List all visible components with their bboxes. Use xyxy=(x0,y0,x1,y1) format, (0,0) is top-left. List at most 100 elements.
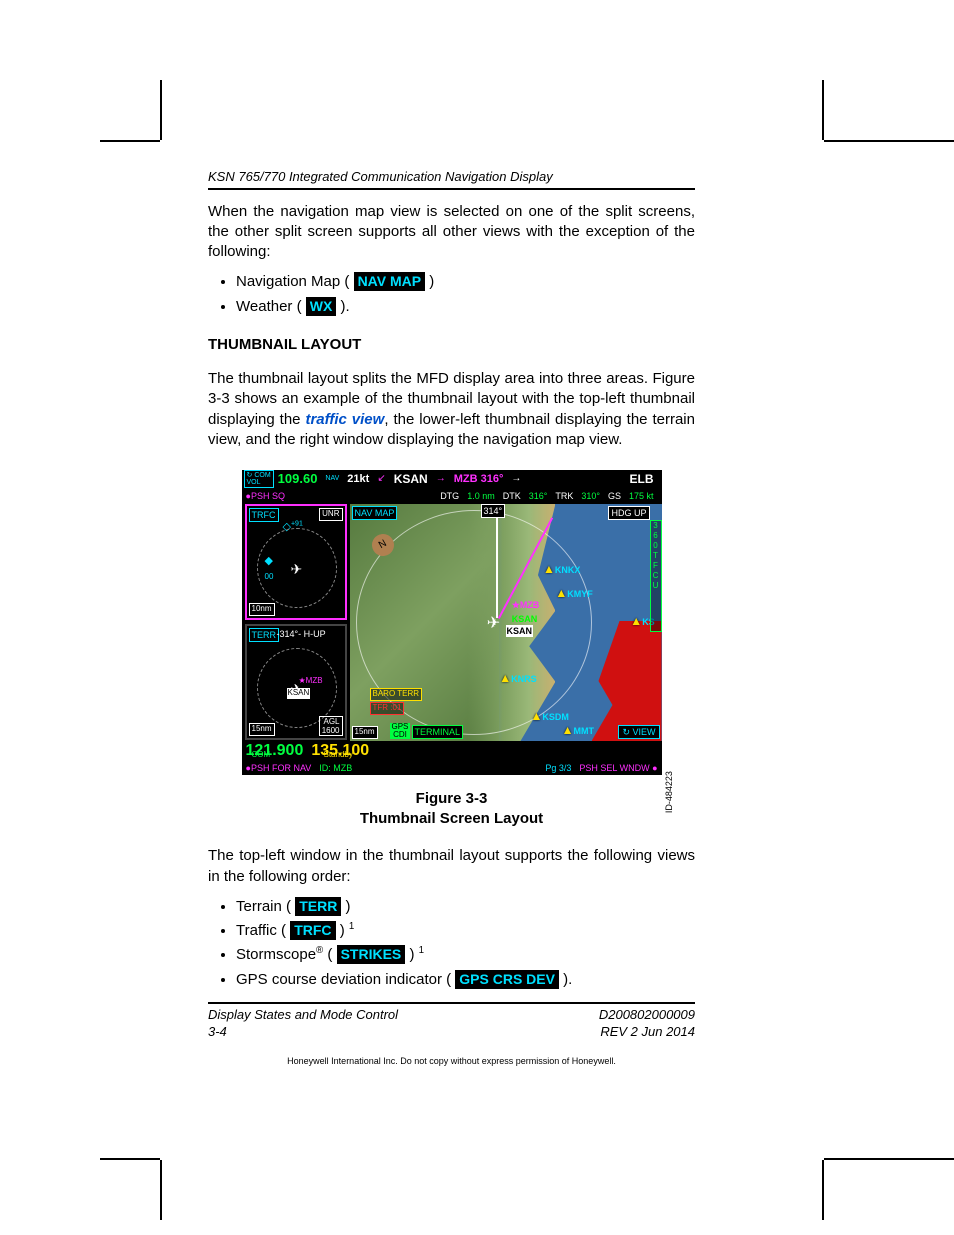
psh-sel-wndw: PSH SEL WNDW ● xyxy=(575,762,661,774)
arrow-icon: → xyxy=(507,472,525,486)
footer-page: 3-4 xyxy=(208,1024,227,1039)
psh-sq: ●PSH SQ xyxy=(242,490,289,502)
dest-wpt: ELB xyxy=(626,471,658,487)
footer-section: Display States and Mode Control xyxy=(208,1007,398,1022)
traffic-view-link[interactable]: traffic view xyxy=(305,411,384,428)
item-tail: ) xyxy=(345,898,350,915)
intro-paragraph: When the navigation map view is selected… xyxy=(208,202,695,263)
view-button: ↻ VIEW xyxy=(618,725,659,739)
baro-terr-label: BARO TERR xyxy=(370,688,423,701)
mfd-top-row-2: ●PSH SQ DTG 1.0 nm DTK 316° TRK 310° GS … xyxy=(242,488,662,504)
ownship-icon: ✈ xyxy=(291,560,303,579)
trk-label: TRK xyxy=(551,490,577,502)
waypoint-mmt: ▲MMT xyxy=(562,722,594,738)
intro-list: Navigation Map ( NAV MAP ) Weather ( WX … xyxy=(208,272,695,317)
caption-line: Figure 3-3 xyxy=(416,790,488,807)
range-label: 15nm xyxy=(249,723,275,736)
tas: 21kt xyxy=(343,472,373,487)
keycap-wx: WX xyxy=(306,297,337,316)
waypoint-knkx: ▲KNKX xyxy=(543,561,580,577)
nav-map-window: NAV MAP 314° HDG UP N ✈ ▲KNKX ▲KMYF ★MZB… xyxy=(350,504,662,741)
ownship-icon: ✈ xyxy=(487,613,500,635)
footer-right: D200802000009 REV 2 Jun 2014 xyxy=(599,1006,695,1041)
dtg-value: 1.0 nm xyxy=(463,490,499,502)
keycap-terr: TERR xyxy=(295,897,341,916)
footnote-ref: 1 xyxy=(349,921,354,932)
item-label: Terrain ( xyxy=(236,898,291,915)
item-tail: ) xyxy=(409,946,418,963)
active-wpt: KSAN xyxy=(390,471,432,487)
caption-line: Thumbnail Screen Layout xyxy=(360,810,543,827)
dtk-value: 316° xyxy=(525,490,552,502)
figure-id: ID-484223 xyxy=(663,771,675,813)
footnote-ref: 1 xyxy=(419,945,424,956)
terrain-thumbnail: TERR -314°- H-UP ✈ ★MZB KSAN 15nm AGL 16… xyxy=(245,624,347,740)
footer-doc-id: D200802000009 xyxy=(599,1007,695,1022)
footer-rev: REV 2 Jun 2014 xyxy=(600,1024,695,1039)
map-range: 15nm xyxy=(352,726,378,739)
item-tail: ) xyxy=(340,922,349,939)
figure-wrap: ↻ COM VOL 109.60 NAV 21kt ↙ KSAN → MZB 3… xyxy=(208,470,695,828)
gs-label: GS xyxy=(604,490,625,502)
content-column: KSN 765/770 Integrated Communication Nav… xyxy=(208,168,695,1067)
terr-heading: -314°- H-UP xyxy=(277,628,326,640)
item-label: ( xyxy=(323,946,332,963)
tfr-label: TFR :01 xyxy=(370,702,405,715)
crop-mark xyxy=(160,1160,162,1220)
active-freq: 109.60 xyxy=(274,470,322,488)
mfd-top-row-1: ↻ COM VOL 109.60 NAV 21kt ↙ KSAN → MZB 3… xyxy=(242,470,662,488)
crop-mark xyxy=(824,140,954,142)
item-label: Stormscope xyxy=(236,946,316,963)
list-item: Stormscope® ( STRIKES ) 1 xyxy=(236,945,695,965)
nav-label: NAV xyxy=(321,474,343,483)
terr-wp-ksan: KSAN xyxy=(287,688,311,699)
gps-cdi-badge: GPS CDI xyxy=(390,723,411,739)
footer-rule xyxy=(208,1002,695,1004)
traffic-alt: ◆00 xyxy=(265,554,274,584)
figure-caption: Figure 3-3 Thumbnail Screen Layout xyxy=(208,789,695,828)
item-label: Navigation Map ( xyxy=(236,273,349,290)
keycap-trfc: TRFC xyxy=(290,921,335,940)
running-header: KSN 765/770 Integrated Communication Nav… xyxy=(208,168,695,188)
map-sidebar: 3 6 0 T F C U xyxy=(650,520,662,632)
keycap-strikes: STRIKES xyxy=(337,945,406,964)
unr-badge: UNR xyxy=(319,508,342,521)
arrow-icon: → xyxy=(432,472,450,486)
traffic-thumbnail: TRFC UNR ◇+91 ◆00 ✈ 10nm xyxy=(245,504,347,620)
next-wpt: MZB 316° xyxy=(450,472,508,487)
list-item: Weather ( WX ). xyxy=(236,297,695,317)
nav-map-label: NAV MAP xyxy=(352,506,398,520)
dtg-label: DTG xyxy=(436,490,463,502)
page-indicator: Pg 3/3 xyxy=(541,762,575,774)
after-figure-list: Terrain ( TERR ) Traffic ( TRFC ) 1 Stor… xyxy=(208,897,695,990)
crop-mark xyxy=(822,80,824,140)
item-tail: ) xyxy=(429,273,434,290)
psh-for-nav: ●PSH FOR NAV xyxy=(242,762,316,774)
list-item: Navigation Map ( NAV MAP ) xyxy=(236,272,695,292)
wind-icon: ↙ xyxy=(373,472,389,486)
terminal-label: TERMINAL xyxy=(412,725,464,739)
crop-mark xyxy=(824,1158,954,1160)
mfd-bottom-row-2: ●PSH FOR NAV COM Standby ID: MZB Pg 3/3 … xyxy=(242,761,662,775)
footer: Display States and Mode Control 3-4 D200… xyxy=(208,1006,695,1041)
item-tail: ). xyxy=(563,971,572,988)
copyright-notice: Honeywell International Inc. Do not copy… xyxy=(208,1055,695,1067)
item-label: Weather ( xyxy=(236,298,302,315)
nav-id: ID: MZB xyxy=(315,762,356,774)
crop-mark xyxy=(100,140,160,142)
header-rule xyxy=(208,188,695,190)
map-track-line xyxy=(496,504,498,618)
thumbnail-column: TRFC UNR ◇+91 ◆00 ✈ 10nm TERR -314°- H-U… xyxy=(242,504,350,741)
dtk-label: DTK xyxy=(499,490,525,502)
com-label: COM xyxy=(248,750,275,761)
standby-label: Standby xyxy=(320,750,357,761)
page: KSN 765/770 Integrated Communication Nav… xyxy=(0,0,954,1235)
mfd-bottom-row-1: 121.900 135.100 xyxy=(242,741,662,761)
item-label: Traffic ( xyxy=(236,922,286,939)
crop-mark xyxy=(100,1158,160,1160)
waypoint-mzb: ★MZB xyxy=(512,599,540,611)
keycap-nav-map: NAV MAP xyxy=(354,272,426,291)
after-figure-paragraph: The top-left window in the thumbnail lay… xyxy=(208,846,695,887)
item-label: GPS course deviation indicator ( xyxy=(236,971,451,988)
keycap-gps-crs-dev: GPS CRS DEV xyxy=(455,970,559,989)
